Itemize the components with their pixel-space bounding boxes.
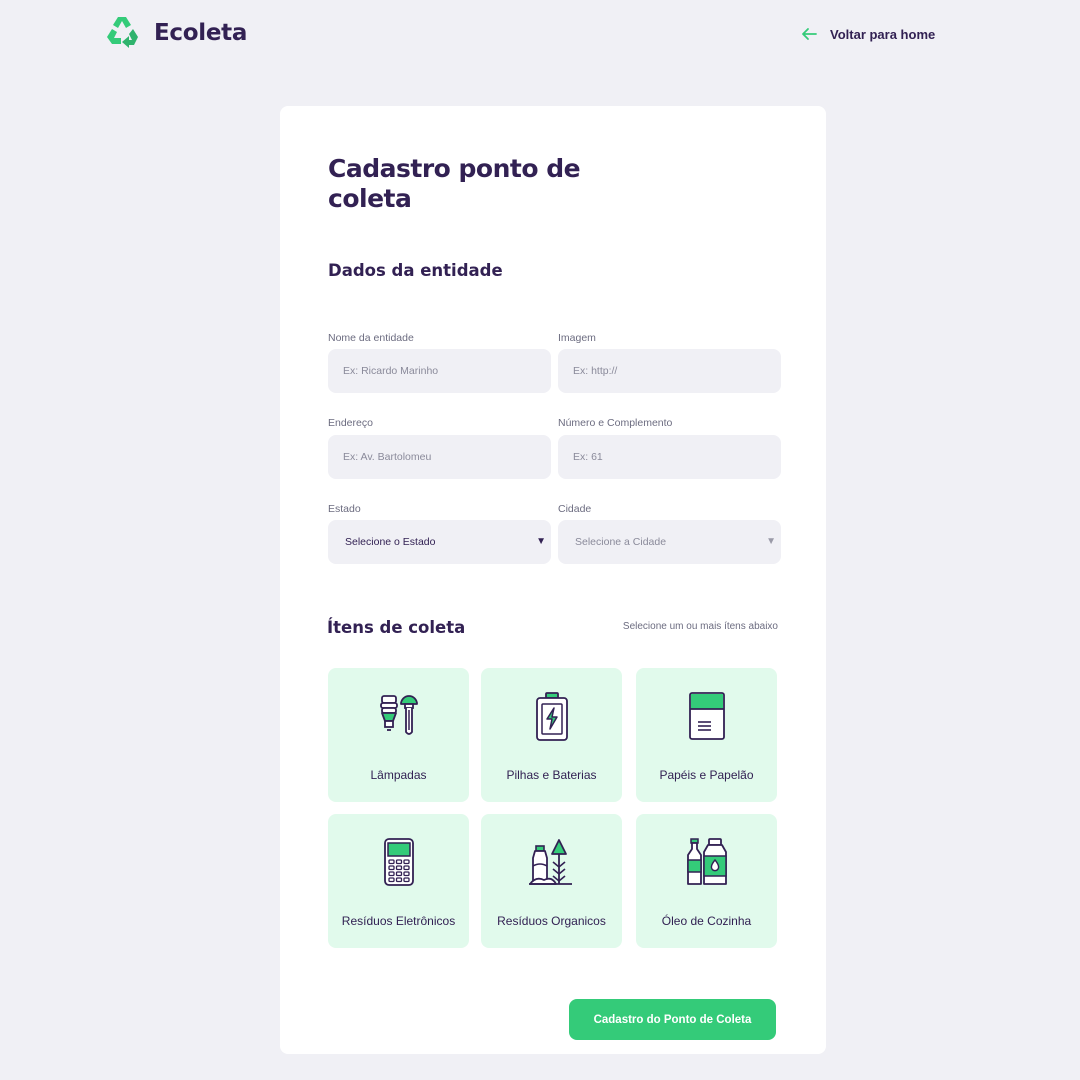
paper-icon <box>688 692 725 740</box>
item-pilhas-baterias[interactable]: Pilhas e Baterias <box>481 668 622 802</box>
number-input[interactable] <box>558 435 781 479</box>
electronics-icon <box>383 838 414 886</box>
city-select[interactable]: Selecione a Cidade ▼ <box>558 520 781 564</box>
state-label: Estado <box>328 503 361 515</box>
arrow-left-icon <box>802 28 817 40</box>
item-papeis-papelao[interactable]: Papéis e Papelão <box>636 668 777 802</box>
item-label: Lâmpadas <box>370 768 427 782</box>
name-input[interactable] <box>328 349 551 393</box>
recycle-icon <box>107 17 138 48</box>
lamp-icon <box>379 695 418 735</box>
caret-down-icon: ▼ <box>766 536 776 547</box>
header: Ecoleta Voltar para home <box>0 0 1080 70</box>
page-title: Cadastro ponto de coleta <box>328 154 581 213</box>
battery-icon <box>535 692 568 741</box>
city-label: Cidade <box>558 503 592 515</box>
item-label: Resíduos Eletrônicos <box>341 914 456 928</box>
name-label: Nome da entidade <box>328 332 414 344</box>
caret-down-icon: ▼ <box>536 536 546 547</box>
section-title-entity: Dados da entidade <box>328 261 503 280</box>
state-select[interactable]: Selecione o Estado ▼ <box>328 520 551 564</box>
form-card: Cadastro ponto de coleta Dados da entida… <box>280 106 826 1054</box>
address-input[interactable] <box>328 435 551 479</box>
item-label: Pilhas e Baterias <box>506 768 597 782</box>
submit-button[interactable]: Cadastro do Ponto de Coleta <box>569 999 776 1040</box>
item-label: Papéis e Papelão <box>659 768 754 782</box>
oil-icon <box>686 838 727 885</box>
item-residuos-organicos[interactable]: Resíduos Organicos <box>481 814 622 948</box>
back-home-link[interactable]: Voltar para home <box>800 24 935 44</box>
state-select-value: Selecione o Estado <box>345 536 436 548</box>
item-residuos-eletronicos[interactable]: Resíduos Eletrônicos <box>328 814 469 948</box>
items-hint: Selecione um ou mais ítens abaixo <box>622 621 778 632</box>
image-input[interactable] <box>558 349 781 393</box>
image-label: Imagem <box>558 332 596 344</box>
number-label: Número e Complemento <box>558 417 673 429</box>
item-lampadas[interactable]: Lâmpadas <box>328 668 469 802</box>
section-title-items: Ítens de coleta <box>327 618 466 637</box>
item-oleo-cozinha[interactable]: Óleo de Cozinha <box>636 814 777 948</box>
city-select-value: Selecione a Cidade <box>575 536 667 548</box>
logo[interactable]: Ecoleta <box>105 15 247 51</box>
item-label: Óleo de Cozinha <box>661 914 752 928</box>
address-label: Endereço <box>328 417 373 429</box>
item-label: Resíduos Organicos <box>497 914 606 928</box>
back-home-label: Voltar para home <box>830 26 936 42</box>
brand-name: Ecoleta <box>154 20 248 46</box>
organic-icon <box>528 839 572 885</box>
